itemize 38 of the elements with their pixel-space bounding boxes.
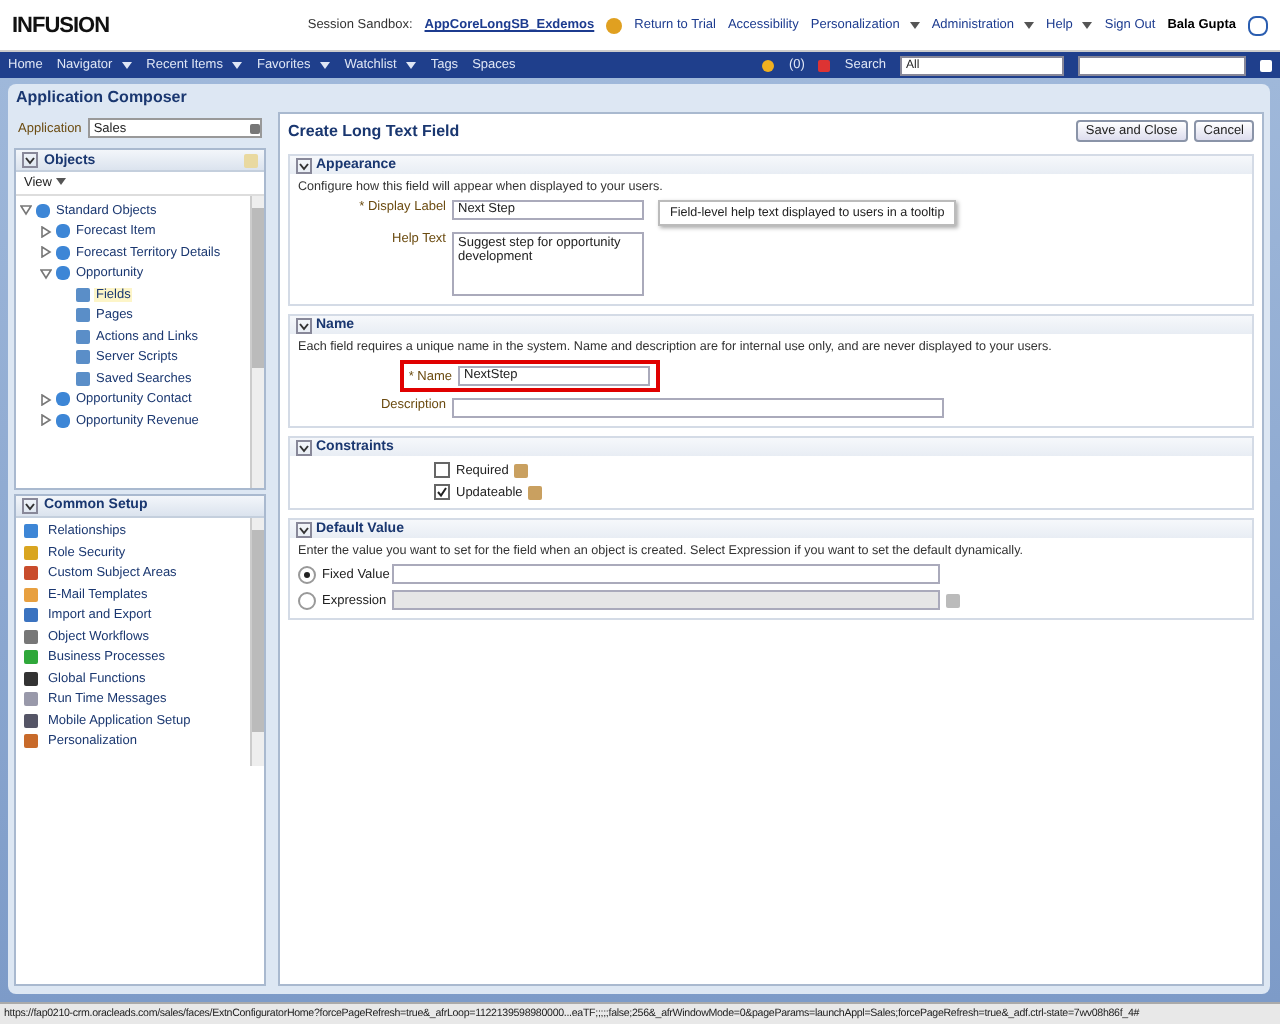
scrollbar[interactable] — [250, 196, 264, 488]
collapse-toggle[interactable] — [296, 317, 312, 333]
collapse-toggle[interactable] — [296, 521, 312, 537]
fixed-value-field[interactable] — [392, 564, 940, 584]
bell-icon[interactable] — [762, 59, 775, 71]
collapsed-triangle-icon[interactable] — [40, 225, 52, 238]
trial-icon — [606, 17, 623, 33]
panel-title: Application Composer — [14, 86, 189, 110]
radio-button[interactable] — [298, 591, 316, 609]
search-field[interactable] — [1078, 55, 1246, 75]
expression-field[interactable] — [392, 590, 940, 610]
caret-icon[interactable] — [406, 61, 417, 69]
page-title: Create Long Text Field — [288, 121, 460, 139]
logo: INFUSION — [12, 13, 110, 37]
description-field[interactable] — [452, 398, 944, 418]
radio-button[interactable] — [298, 565, 316, 583]
collapse-toggle[interactable] — [296, 439, 312, 455]
collapsed-triangle-icon[interactable] — [40, 246, 52, 259]
search-go-icon[interactable] — [1260, 59, 1272, 71]
caret-icon[interactable] — [55, 178, 66, 186]
caret-icon[interactable] — [232, 61, 243, 69]
caret-icon[interactable] — [909, 21, 920, 29]
collapse-toggle[interactable] — [22, 152, 38, 168]
checkbox[interactable] — [434, 462, 450, 478]
expanded-triangle-icon[interactable] — [40, 267, 52, 280]
collapse-toggle[interactable] — [22, 497, 38, 514]
caret-icon[interactable] — [1024, 21, 1035, 29]
scrollbar[interactable] — [250, 517, 264, 766]
collapsed-triangle-icon[interactable] — [40, 414, 52, 427]
dropdown-icon — [250, 123, 260, 133]
caret-icon[interactable] — [122, 61, 133, 69]
expanded-triangle-icon[interactable] — [20, 204, 32, 217]
ring-icon — [1248, 15, 1268, 35]
caret-icon[interactable] — [1082, 21, 1093, 29]
collapsed-triangle-icon[interactable] — [40, 393, 52, 406]
checkbox[interactable] — [434, 484, 450, 500]
collapse-toggle[interactable] — [296, 157, 312, 173]
caret-icon[interactable] — [320, 61, 331, 69]
